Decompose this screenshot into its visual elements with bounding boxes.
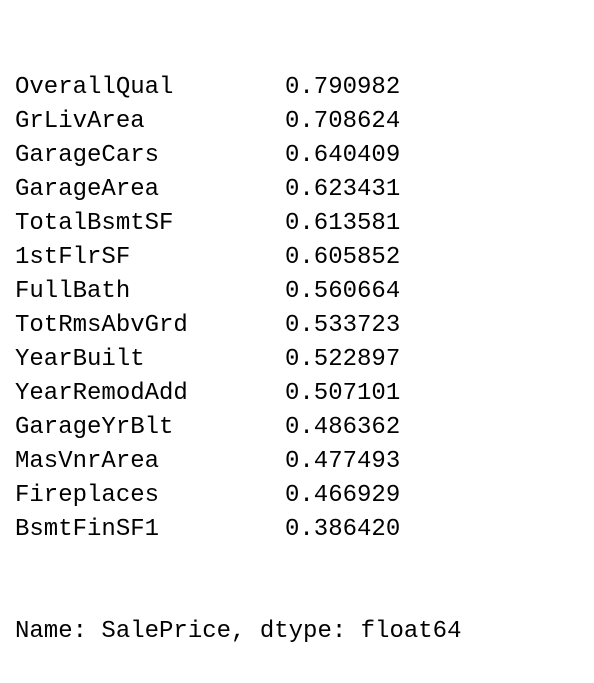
series-index-label: TotRmsAbvGrd (15, 312, 188, 339)
series-rows: OverallQual 0.790982 GrLivArea 0.708624 Gara… (15, 71, 461, 547)
series-value: 0.386420 (285, 516, 401, 543)
series-index-label: TotalBsmtSF (15, 210, 174, 237)
series-value: 0.507101 (285, 380, 401, 407)
series-value: 0.477493 (285, 448, 401, 475)
series-value: 0.486362 (285, 414, 401, 441)
series-row: MasVnrArea 0.477493 (15, 445, 461, 479)
series-index-label: YearRemodAdd (15, 380, 188, 407)
series-row: OverallQual 0.790982 (15, 71, 461, 105)
series-row: FullBath 0.560664 (15, 275, 461, 309)
series-index-label: YearBuilt (15, 346, 145, 373)
series-row: YearBuilt 0.522897 (15, 343, 461, 377)
series-value: 0.605852 (285, 244, 401, 271)
series-value: 0.466929 (285, 482, 401, 509)
series-value: 0.533723 (285, 312, 401, 339)
series-index-label: GarageYrBlt (15, 414, 174, 441)
series-row: GarageCars 0.640409 (15, 139, 461, 173)
series-value: 0.640409 (285, 142, 401, 169)
series-row: GarageYrBlt 0.486362 (15, 411, 461, 445)
series-row: YearRemodAdd 0.507101 (15, 377, 461, 411)
series-value: 0.560664 (285, 278, 401, 305)
series-row: GrLivArea 0.708624 (15, 105, 461, 139)
series-value: 0.613581 (285, 210, 401, 237)
series-index-label: Fireplaces (15, 482, 160, 509)
series-row: 1stFlrSF 0.605852 (15, 241, 461, 275)
series-row: BsmtFinSF1 0.386420 (15, 513, 461, 547)
series-index-label: MasVnrArea (15, 448, 160, 475)
series-index-label: GarageCars (15, 142, 160, 169)
series-row: GarageArea 0.623431 (15, 173, 461, 207)
series-value: 0.790982 (285, 74, 401, 101)
series-value: 0.623431 (285, 176, 401, 203)
series-value: 0.708624 (285, 108, 401, 135)
series-output: OverallQual 0.790982 GrLivArea 0.708624 Gara… (15, 3, 461, 683)
series-index-label: GarageArea (15, 176, 160, 203)
series-row: TotalBsmtSF 0.613581 (15, 207, 461, 241)
series-index-label: BsmtFinSF1 (15, 516, 160, 543)
series-footer: Name: SalePrice, dtype: float64 (15, 618, 462, 645)
series-row: Fireplaces 0.466929 (15, 479, 461, 513)
series-index-label: FullBath (15, 278, 131, 305)
series-index-label: 1stFlrSF (15, 244, 131, 271)
series-value: 0.522897 (285, 346, 401, 373)
series-index-label: GrLivArea (15, 108, 145, 135)
series-row: TotRmsAbvGrd 0.533723 (15, 309, 461, 343)
series-index-label: OverallQual (15, 74, 174, 101)
